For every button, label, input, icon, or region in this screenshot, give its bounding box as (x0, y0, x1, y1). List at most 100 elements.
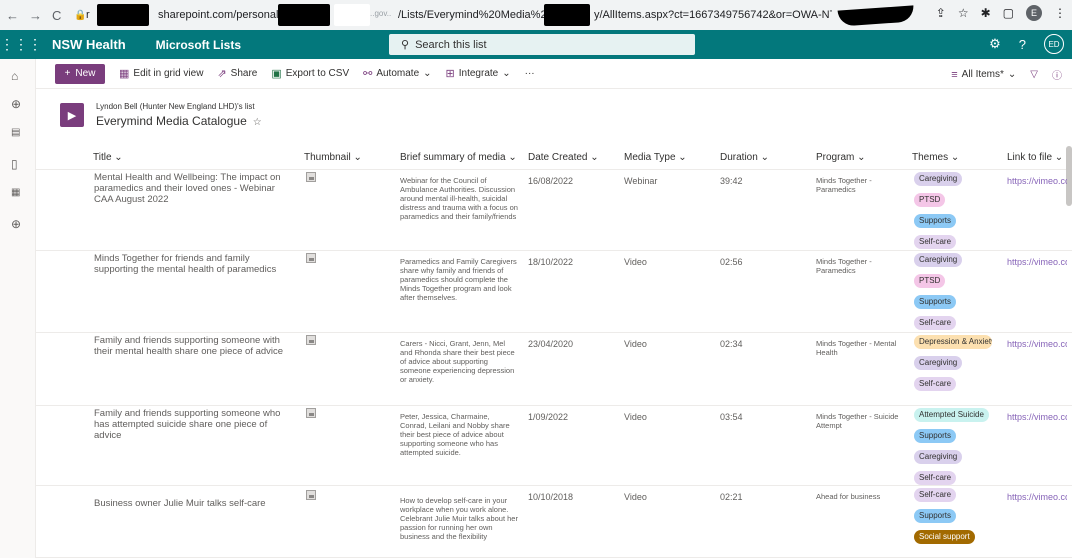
row-link[interactable]: https://vimeo.com (1007, 492, 1067, 502)
table-row[interactable]: Family and friends supporting someone wh… (36, 406, 1072, 486)
theme-tag: Caregiving (914, 172, 963, 186)
column-header-type[interactable]: Media Type ⌄ (624, 152, 687, 163)
document-icon[interactable]: ▯ (11, 157, 18, 171)
table-row[interactable]: Minds Together for friends and family su… (36, 251, 1072, 333)
url-query[interactable]: y/AllItems.aspx?ct=1667349756742&or=OWA-… (594, 9, 832, 21)
view-controls: ≡ All Items* ⌄ ▽ ⓘ (951, 67, 1062, 83)
row-link[interactable]: https://vimeo.com (1007, 412, 1067, 422)
theme-tag: Caregiving (914, 253, 963, 267)
reload-icon[interactable]: C (52, 8, 61, 23)
thumbnail-image-icon[interactable] (306, 172, 316, 182)
profile-avatar[interactable]: E (1026, 5, 1042, 21)
theme-tag: Self-care (914, 316, 957, 330)
thumbnail-image-icon[interactable] (306, 490, 316, 500)
browser-nav: ← → C (0, 8, 70, 23)
help-icon[interactable]: ? (1019, 37, 1026, 52)
more-commands-button[interactable]: ··· (525, 68, 535, 79)
favorite-star-icon[interactable]: ☆ (253, 117, 262, 128)
column-header-date[interactable]: Date Created ⌄ (528, 152, 599, 163)
database-icon[interactable]: ▦ (11, 187, 20, 198)
news-icon[interactable]: ▤ (11, 127, 20, 138)
column-header-link[interactable]: Link to file ⌄ (1007, 152, 1063, 163)
row-date: 10/10/2018 (528, 492, 574, 502)
list-header: ▶ Lyndon Bell (Hunter New England LHD)'s… (60, 102, 262, 128)
integrate-button[interactable]: ⊞ Integrate ⌄ (446, 67, 511, 80)
back-icon[interactable]: ← (6, 8, 19, 23)
bookmark-star-icon[interactable]: ☆ (958, 6, 969, 20)
chevron-down-icon: ⌄ (1007, 69, 1017, 80)
new-item-button[interactable]: + New (55, 63, 105, 84)
row-program: Ahead for business (816, 492, 881, 501)
row-type: Webinar (624, 176, 658, 186)
view-selector[interactable]: ≡ All Items* ⌄ (951, 69, 1016, 81)
sidebar-panel-icon[interactable]: ▢ (1003, 6, 1014, 20)
table-row[interactable]: Business owner Julie Muir talks self-car… (36, 486, 1072, 558)
org-name[interactable]: NSW Health (52, 37, 126, 52)
table-row[interactable]: Mental Health and Wellbeing: The impact … (36, 170, 1072, 251)
app-launcher-icon[interactable]: ⋮⋮⋮ (0, 36, 42, 53)
row-title[interactable]: Minds Together for friends and family su… (94, 253, 294, 275)
thumbnail-image-icon[interactable] (306, 253, 316, 263)
browser-menu-icon[interactable]: ⋮ (1054, 6, 1066, 20)
table-header: Title ⌄ Thumbnail ⌄ Brief summary of med… (36, 146, 1072, 170)
thumbnail-image-icon[interactable] (306, 335, 316, 345)
row-link[interactable]: https://vimeo.com (1007, 257, 1067, 267)
url-prefix[interactable]: r (86, 9, 90, 21)
theme-tag: Caregiving (914, 450, 963, 464)
globe-icon[interactable]: ⊕ (11, 97, 21, 111)
row-duration: 02:56 (720, 257, 743, 267)
home-icon[interactable]: ⌂ (11, 69, 18, 83)
theme-tag: Social support (914, 530, 975, 544)
filter-icon[interactable]: ▽ (1030, 69, 1038, 80)
url-redaction (278, 4, 330, 26)
automate-button[interactable]: ⚯ Automate ⌄ (363, 67, 431, 80)
row-title[interactable]: Mental Health and Wellbeing: The impact … (94, 172, 294, 205)
column-header-summary[interactable]: Brief summary of media ⌄ (400, 152, 517, 163)
row-link[interactable]: https://vimeo.com (1007, 339, 1067, 349)
edit-grid-button[interactable]: ▦ Edit in grid view (119, 67, 203, 80)
row-summary: How to develop self-care in your workpla… (400, 496, 518, 541)
create-plus-icon[interactable]: ⊕ (11, 217, 21, 231)
browser-toolbar: ← → C 🔒 r sharepoint.com/personal/ly ..g… (0, 0, 1072, 30)
extensions-puzzle-icon[interactable]: ✱ (981, 6, 991, 20)
settings-gear-icon[interactable]: ⚙ (989, 36, 1001, 52)
export-label: Export to CSV (285, 68, 350, 79)
row-link[interactable]: https://vimeo.com (1007, 176, 1067, 186)
table-row[interactable]: Family and friends supporting someone wi… (36, 333, 1072, 406)
suite-bar: ⋮⋮⋮ NSW Health Microsoft Lists ⚲ Search … (0, 30, 1072, 59)
info-icon[interactable]: ⓘ (1052, 67, 1062, 82)
row-summary: Webinar for the Council of Ambulance Aut… (400, 176, 518, 221)
row-program: Minds Together - Mental Health (816, 339, 897, 357)
forward-icon[interactable]: → (29, 8, 42, 23)
theme-tag: PTSD (914, 274, 946, 288)
url-path[interactable]: /Lists/Everymind%20Media%20D (398, 9, 561, 21)
share-button[interactable]: ⇗ Share (217, 67, 257, 80)
column-header-title[interactable]: Title ⌄ (93, 152, 123, 163)
row-title[interactable]: Family and friends supporting someone wi… (94, 335, 294, 357)
thumbnail-image-icon[interactable] (306, 408, 316, 418)
search-box[interactable]: ⚲ Search this list (389, 34, 695, 55)
row-title[interactable]: Family and friends supporting someone wh… (94, 408, 294, 441)
export-csv-button[interactable]: ▣ Export to CSV (271, 67, 349, 80)
row-type: Video (624, 492, 647, 502)
row-program: Minds Together - Paramedics (816, 257, 872, 275)
row-date: 18/10/2022 (528, 257, 574, 267)
theme-tag: Supports (914, 214, 957, 228)
column-header-duration[interactable]: Duration ⌄ (720, 152, 769, 163)
row-type: Video (624, 257, 647, 267)
browser-extensions: ⇪ ☆ ✱ ▢ E ⋮ (936, 5, 1066, 21)
column-header-program[interactable]: Program ⌄ (816, 152, 866, 163)
url-host[interactable]: sharepoint.com/personal/ly (158, 9, 289, 21)
new-label: New (75, 68, 96, 79)
row-date: 23/04/2020 (528, 339, 574, 349)
column-header-thumbnail[interactable]: Thumbnail ⌄ (304, 152, 362, 163)
row-date: 16/08/2022 (528, 176, 574, 186)
app-name[interactable]: Microsoft Lists (156, 38, 241, 52)
row-type: Video (624, 412, 647, 422)
user-avatar[interactable]: ED (1044, 34, 1064, 54)
row-title[interactable]: Business owner Julie Muir talks self-car… (94, 498, 294, 509)
column-header-themes[interactable]: Themes ⌄ (912, 152, 959, 163)
url-redaction (544, 4, 590, 26)
share-icon: ⇗ (217, 68, 227, 80)
share-page-icon[interactable]: ⇪ (936, 6, 946, 20)
